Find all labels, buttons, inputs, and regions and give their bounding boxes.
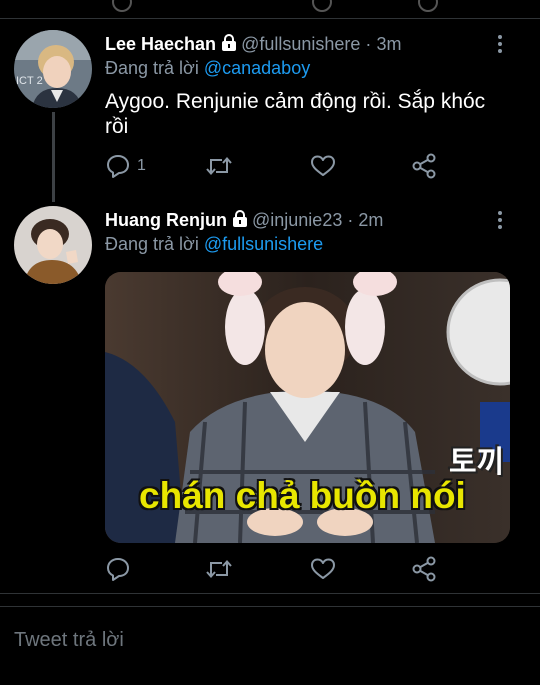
divider <box>0 606 540 607</box>
like-icon[interactable] <box>312 0 332 12</box>
tweet-media[interactable]: 토끼 chán chả buồn nói <box>105 272 510 543</box>
lock-icon <box>221 34 237 57</box>
timestamp[interactable]: 3m <box>376 34 401 54</box>
share-icon <box>412 153 436 179</box>
reply-composer <box>0 608 540 685</box>
previous-tweet-actions <box>0 0 540 19</box>
thread-line <box>52 112 55 202</box>
lock-icon <box>232 210 248 233</box>
more-icon[interactable] <box>490 32 510 54</box>
reply-count: 1 <box>137 157 146 174</box>
like-icon <box>311 155 335 176</box>
tweet-header: Lee Haechan @fullsunishere · 3m <box>105 33 401 57</box>
avatar[interactable]: ICT 2 <box>14 30 92 108</box>
reply-button[interactable]: 1 <box>105 152 146 180</box>
reply-context: Đang trả lời @canadaboy <box>105 58 310 79</box>
display-name[interactable]: Huang Renjun <box>105 210 227 230</box>
reply-input[interactable] <box>12 628 516 653</box>
like-button[interactable] <box>310 555 336 583</box>
reply-prefix: Đang trả lời <box>105 234 199 254</box>
more-icon[interactable] <box>490 208 510 230</box>
like-button[interactable] <box>310 152 336 180</box>
tweet-actions <box>105 555 445 585</box>
share-button[interactable] <box>411 152 437 180</box>
retweet-button[interactable] <box>205 555 233 583</box>
avatar-text: ICT 2 <box>16 75 43 87</box>
tweet-text: Aygoo. Renjunie cảm động rồi. Sắp khóc r… <box>105 90 486 138</box>
share-icon <box>412 556 436 582</box>
reply-icon[interactable] <box>112 0 132 12</box>
reply-to-link[interactable]: @canadaboy <box>204 58 310 78</box>
retweet-icon <box>206 156 232 176</box>
media-caption: chán chả buồn nói <box>139 475 466 516</box>
tweet-header: Huang Renjun @injunie23 · 2m <box>105 209 383 233</box>
share-icon[interactable] <box>418 0 438 12</box>
reply-prefix: Đang trả lời <box>105 58 199 78</box>
divider <box>0 593 540 594</box>
handle[interactable]: @fullsunishere <box>241 34 360 54</box>
tweet-actions: 1 <box>105 152 445 182</box>
avatar[interactable] <box>14 206 92 284</box>
like-icon <box>311 558 335 579</box>
reply-icon <box>107 558 129 581</box>
reply-button[interactable] <box>105 555 131 583</box>
display-name[interactable]: Lee Haechan <box>105 34 216 54</box>
reply-context: Đang trả lời @fullsunishere <box>105 234 323 255</box>
handle[interactable]: @injunie23 <box>252 210 342 230</box>
share-button[interactable] <box>411 555 437 583</box>
retweet-button[interactable] <box>205 152 233 180</box>
reply-to-link[interactable]: @fullsunishere <box>204 234 323 254</box>
retweet-icon <box>206 559 232 579</box>
reply-icon <box>107 155 129 178</box>
timestamp[interactable]: 2m <box>358 210 383 230</box>
